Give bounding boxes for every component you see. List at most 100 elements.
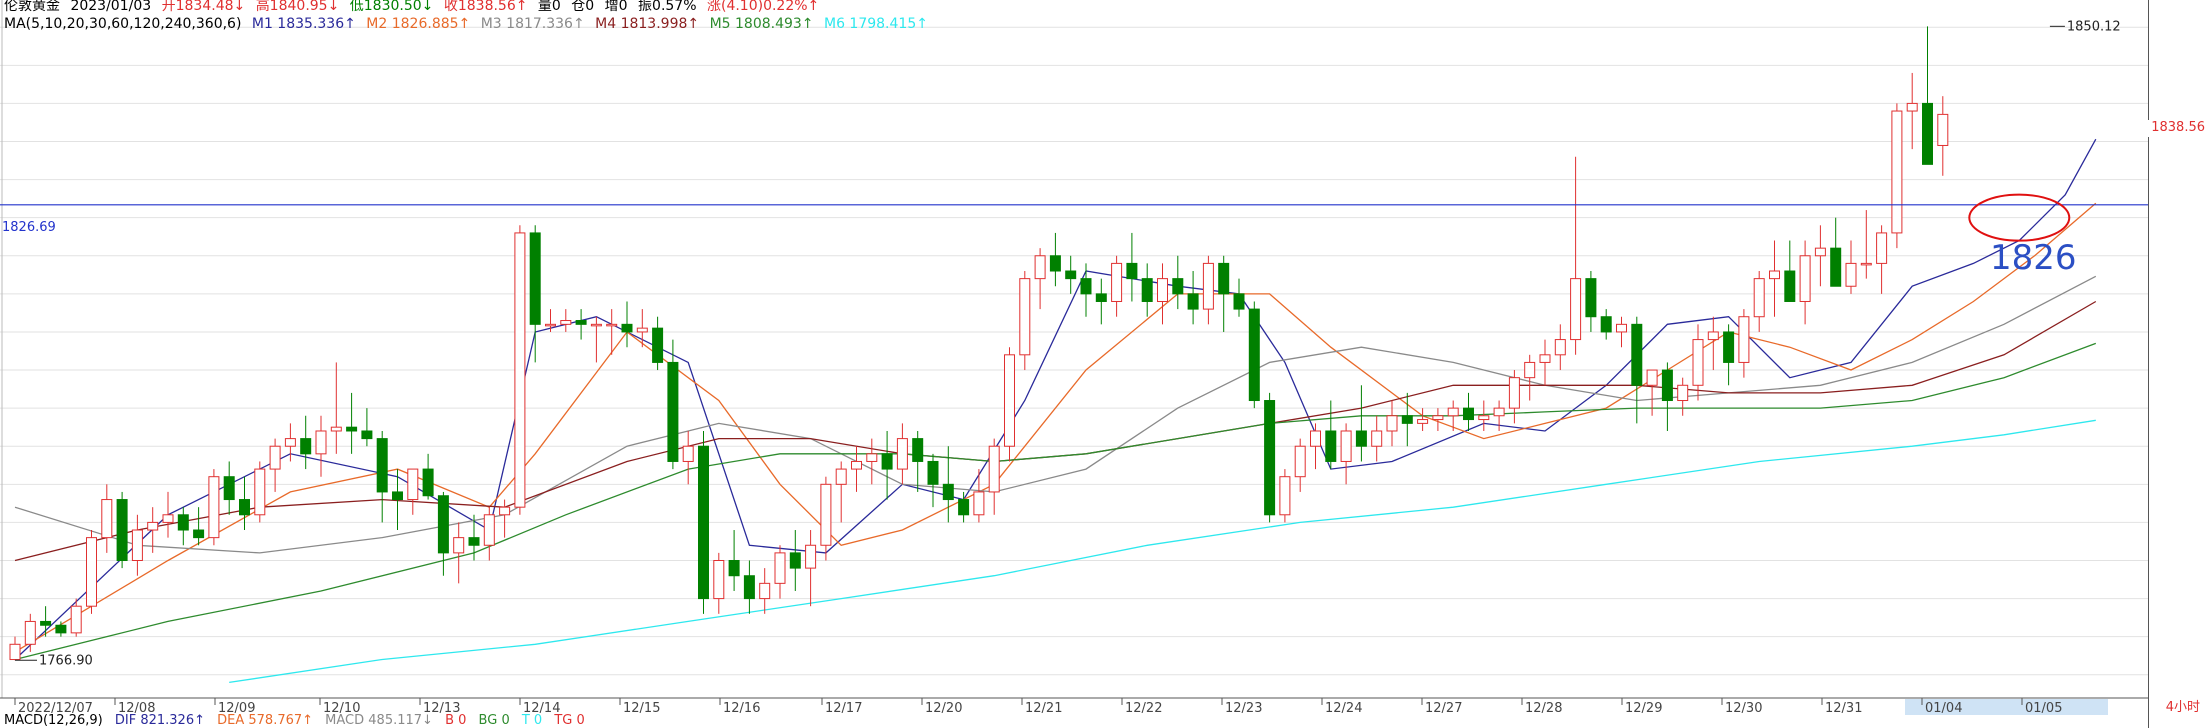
- candle-body: [789, 552, 801, 569]
- candle-body: [1141, 278, 1153, 302]
- candle-body: [284, 438, 296, 447]
- high-value: 高1840.95↓: [255, 0, 340, 14]
- candle-body: [1769, 270, 1780, 280]
- x-tick-label: 12/28: [1525, 701, 1562, 716]
- candle-body: [820, 483, 832, 546]
- candlestick-chart: 1850.121766.901765.001770.001775.001780.…: [0, 0, 2205, 716]
- candle-body: [1310, 430, 1321, 447]
- ma-m4-value: M4 1813.998↑: [595, 16, 700, 32]
- candle-body: [1417, 419, 1429, 424]
- candle-body: [101, 499, 113, 539]
- candle-body: [1554, 339, 1566, 356]
- candle-body: [1723, 331, 1735, 363]
- candle-body: [1539, 354, 1551, 363]
- x-tick-label: 12/23: [1225, 701, 1262, 716]
- candle-body: [514, 232, 526, 508]
- candle-body: [131, 529, 143, 561]
- candles: [9, 26, 1949, 661]
- candle-body: [1340, 430, 1352, 462]
- candle-body: [499, 506, 511, 516]
- candle-body: [1264, 400, 1276, 516]
- candle-body: [682, 445, 694, 462]
- candle-body: [1753, 278, 1765, 318]
- candle-body: [958, 499, 970, 516]
- candle-body: [606, 323, 618, 327]
- candle-body: [1218, 262, 1230, 295]
- ma-m1-value: M1 1835.336↑: [251, 16, 356, 32]
- candle-body: [40, 620, 52, 626]
- candle-body: [453, 537, 465, 554]
- candle-body: [177, 514, 189, 531]
- candle-body: [116, 499, 128, 561]
- candle-body: [1508, 377, 1520, 409]
- candle-body: [1004, 354, 1015, 447]
- ma-line-m5: [14, 342, 2097, 661]
- candle-body: [728, 559, 740, 577]
- quote-date: 2023/01/03: [70, 0, 152, 14]
- candle-body: [698, 445, 709, 600]
- candle-body: [1371, 430, 1383, 447]
- amplitude-value: 振0.57%: [638, 0, 697, 14]
- candle-body: [1172, 278, 1184, 295]
- candle-body: [1386, 415, 1398, 432]
- candle-body: [667, 361, 679, 462]
- candle-body: [422, 468, 434, 497]
- candle-body: [483, 514, 495, 546]
- candle-body: [942, 483, 954, 501]
- candle-body: [9, 643, 21, 661]
- candle-body: [1830, 247, 1842, 287]
- x-tick-label: 12/24: [1325, 701, 1362, 716]
- candle-body: [621, 323, 633, 333]
- candle-body: [743, 575, 755, 600]
- candle-body: [24, 620, 36, 645]
- candle-body: [1646, 369, 1658, 386]
- candle-body: [1891, 110, 1903, 234]
- candle-body: [1707, 331, 1719, 341]
- position-value: 仓0: [571, 0, 595, 14]
- candle-body: [1738, 316, 1750, 363]
- candle-body: [529, 232, 541, 325]
- candle-body: [1493, 407, 1505, 417]
- candle-body: [1080, 278, 1092, 295]
- x-tick-label: 12/16: [723, 701, 760, 716]
- candle-body: [1279, 476, 1291, 516]
- candle-body: [927, 460, 939, 485]
- candle-body: [1355, 430, 1367, 447]
- low-value: 低1830.50↓: [349, 0, 434, 14]
- high-marker-label: 1850.12: [2067, 19, 2121, 34]
- candle-body: [1814, 247, 1826, 257]
- x-tick-label: 12/31: [1825, 701, 1862, 716]
- candle-body: [851, 460, 862, 470]
- candle-body: [1937, 113, 1949, 146]
- x-tick-label: 12/30: [1725, 701, 1762, 716]
- candle-body: [1463, 407, 1474, 421]
- close-value: 收1838.56↑: [443, 0, 528, 14]
- candle-body: [1876, 232, 1888, 264]
- ma-m2-value: M2 1826.885↑: [366, 16, 471, 32]
- x-tick-label: 12/20: [925, 701, 962, 716]
- candle-body: [881, 453, 893, 470]
- open-value: 开1834.48↓: [161, 0, 246, 14]
- candle-body: [590, 323, 602, 327]
- x-tick-label: 12/27: [1425, 701, 1462, 716]
- candle-body: [1677, 384, 1689, 402]
- candle-body: [835, 468, 847, 485]
- candle-body: [361, 430, 373, 440]
- ma-m3-value: M3 1817.336↑: [480, 16, 585, 32]
- candle-body: [1111, 262, 1123, 302]
- candle-body: [269, 445, 281, 470]
- candle-body: [1065, 270, 1077, 280]
- candle-body: [774, 552, 786, 584]
- candle-body: [1187, 293, 1199, 310]
- candle-body: [315, 430, 327, 455]
- x-tick-label: 12/29: [1625, 701, 1662, 716]
- x-tick-label: 01/05: [2025, 701, 2062, 716]
- x-tick-label: 12/22: [1125, 701, 1162, 716]
- candle-body: [1922, 102, 1933, 165]
- candle-body: [55, 624, 67, 634]
- candle-body: [468, 537, 480, 546]
- candle-body: [70, 605, 82, 634]
- quote-header: 伦敦黄金 2023/01/03 开1834.48↓ 高1840.95↓ 低183…: [4, 0, 825, 15]
- candle-body: [392, 491, 403, 501]
- low-marker-label: 1766.90: [39, 653, 93, 668]
